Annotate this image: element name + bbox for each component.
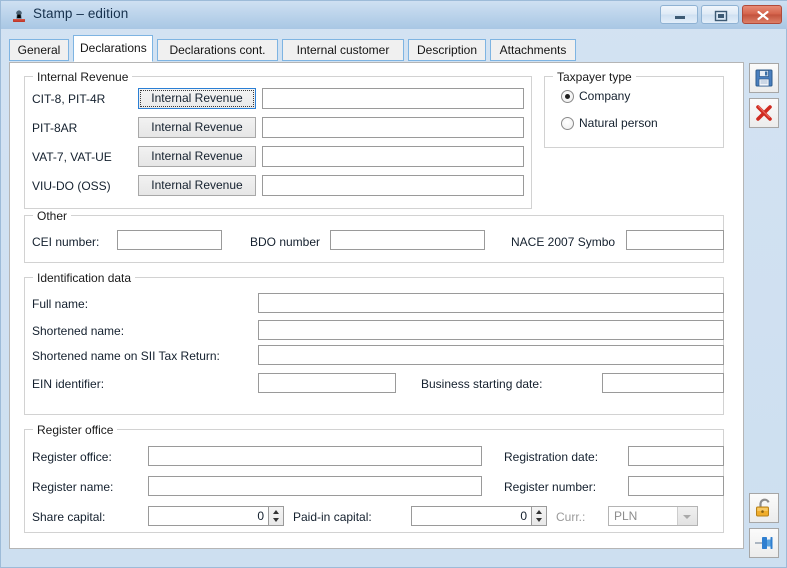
tab-internal-customer[interactable]: Internal customer [282,39,404,61]
bdo-number-input[interactable] [330,230,485,250]
share-capital-input[interactable] [148,506,268,526]
share-capital-stepper-up[interactable] [269,507,283,516]
tab-declarations-cont[interactable]: Declarations cont. [157,39,278,61]
viudo-oss-office-button-label: Internal Revenue [151,178,243,192]
ein-identifier-label: EIN identifier: [32,377,105,391]
paid-in-capital-stepper[interactable] [531,506,547,526]
tab-general[interactable]: General [9,39,69,61]
register-office-group-label: Register office [33,423,118,437]
tab-declarations[interactable]: Declarations [73,35,153,62]
paid-in-capital-label: Paid-in capital: [293,510,372,524]
currency-select-value: PLN [614,509,638,523]
business-starting-date-label: Business starting date: [421,377,543,391]
register-number-label: Register number: [504,480,597,494]
declarations-tab-panel: Internal Revenue CIT-8, PIT-4R PIT-8AR V… [9,62,744,549]
focus-rect [140,90,254,107]
currency-label: Curr.: [556,510,586,524]
taxpayer-type-group: Taxpayer type [544,70,724,148]
registration-date-label: Registration date: [504,450,599,464]
full-name-input[interactable] [258,293,724,313]
other-group-label: Other [33,209,72,223]
business-starting-date-input[interactable] [602,373,724,393]
register-office-label: Register office: [32,450,112,464]
paid-in-capital-stepper-down[interactable] [532,516,546,525]
register-office-input[interactable] [148,446,482,466]
maximize-button[interactable] [701,5,739,24]
cei-number-label: CEI number: [32,235,100,249]
register-name-input[interactable] [148,476,482,496]
tab-description[interactable]: Description [408,39,486,61]
pin-button[interactable] [749,528,779,558]
shortened-name-label: Shortened name: [32,324,125,338]
full-name-label: Full name: [32,297,89,311]
viudo-oss-input[interactable] [262,175,524,196]
minimize-button[interactable] [660,5,698,24]
cit8-pit4r-office-button[interactable]: Internal Revenue [138,88,256,109]
tab-strip: General Declarations Declarations cont. … [9,35,779,63]
internal-revenue-group-label: Internal Revenue [33,70,133,84]
chevron-down-icon[interactable] [677,507,697,525]
taxpayer-type-natural-person-label: Natural person [579,116,658,130]
radio-natural-person-icon [561,117,574,130]
save-button[interactable] [749,63,779,93]
sii-tax-return-name-input[interactable] [258,345,724,365]
register-name-label: Register name: [32,480,114,494]
nace-symbol-label: NACE 2007 Symbo [511,235,616,249]
pit8ar-office-button-label: Internal Revenue [151,120,243,134]
viudo-oss-label: VIU-DO (OSS) [32,179,111,193]
stamp-icon [10,6,28,24]
pit8ar-label: PIT-8AR [32,121,78,135]
shortened-name-input[interactable] [258,320,724,340]
paid-in-capital-input[interactable] [411,506,531,526]
paid-in-capital-stepper-up[interactable] [532,507,546,516]
cit8-pit4r-input[interactable] [262,88,524,109]
cit8-pit4r-label: CIT-8, PIT-4R [32,92,106,106]
nace-symbol-input[interactable] [626,230,724,250]
vat7-vatue-office-button-label: Internal Revenue [151,149,243,163]
registration-date-input[interactable] [628,446,724,466]
close-button[interactable] [742,5,782,24]
window-title: Stamp – edition [33,6,129,21]
identification-data-group-label: Identification data [33,271,136,285]
cancel-button[interactable] [749,98,779,128]
cei-number-input[interactable] [117,230,222,250]
share-capital-stepper[interactable] [268,506,284,526]
vat7-vatue-input[interactable] [262,146,524,167]
pit8ar-office-button[interactable]: Internal Revenue [138,117,256,138]
tab-attachments[interactable]: Attachments [490,39,576,61]
sii-tax-return-name-label: Shortened name on SII Tax Return: [32,349,220,363]
register-number-input[interactable] [628,476,724,496]
stamp-edition-window: Stamp – edition General Declarations Dec… [0,0,787,568]
viudo-oss-office-button[interactable]: Internal Revenue [138,175,256,196]
radio-company-icon [561,90,574,103]
vat7-vatue-label: VAT-7, VAT-UE [32,150,112,164]
share-capital-label: Share capital: [32,510,106,524]
unlock-button[interactable] [749,493,779,523]
share-capital-stepper-down[interactable] [269,516,283,525]
pit8ar-input[interactable] [262,117,524,138]
ein-identifier-input[interactable] [258,373,396,393]
currency-select[interactable]: PLN [608,506,698,526]
vat7-vatue-office-button[interactable]: Internal Revenue [138,146,256,167]
bdo-number-label: BDO number [250,235,321,249]
taxpayer-type-company-label: Company [579,89,631,103]
window-titlebar: Stamp – edition [1,1,787,29]
taxpayer-type-group-label: Taxpayer type [553,70,636,84]
